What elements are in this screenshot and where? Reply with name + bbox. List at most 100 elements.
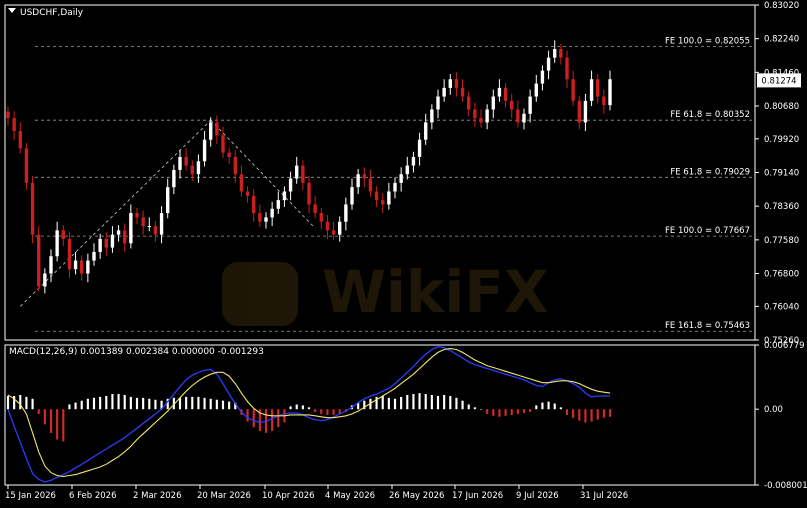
macd-hist-bar-81 bbox=[504, 409, 507, 416]
candle-body-95 bbox=[589, 79, 594, 101]
candle-body-36 bbox=[227, 152, 231, 157]
candle-body-40 bbox=[252, 195, 256, 214]
macd-hist-bar-22 bbox=[142, 397, 145, 410]
macd-hist-bar-3 bbox=[25, 396, 28, 410]
candle-body-31 bbox=[196, 161, 201, 175]
candle-body-52 bbox=[325, 221, 330, 231]
candle-body-49 bbox=[307, 182, 311, 205]
candle-body-78 bbox=[485, 109, 489, 123]
level-label-0: FE 100.0 = 0.82055 bbox=[665, 37, 750, 47]
candle-body-50 bbox=[313, 204, 317, 214]
macd-hist-bar-72 bbox=[449, 395, 452, 410]
candle-body-67 bbox=[417, 139, 422, 157]
candle-body-64 bbox=[399, 174, 403, 183]
candle-body-72 bbox=[448, 79, 452, 88]
candle-body-18 bbox=[116, 230, 121, 235]
candle-body-41 bbox=[258, 213, 262, 222]
candle-body-10 bbox=[67, 238, 72, 270]
candle-body-32 bbox=[202, 139, 207, 162]
macd-hist-bar-51 bbox=[320, 409, 323, 414]
chart-root: WikiFX 0.81274 0.83020 0.82240 0.81460 0.806… bbox=[0, 0, 807, 504]
macd-hist-bar-43 bbox=[271, 409, 274, 431]
macd-hist-bar-96 bbox=[596, 409, 599, 420]
macd-hist-bar-65 bbox=[406, 395, 409, 410]
macd-hist-bar-76 bbox=[473, 407, 476, 410]
level-label-3: FE 100.0 = 0.77667 bbox=[665, 226, 750, 236]
macd-hist-bar-8 bbox=[56, 409, 59, 440]
macd-hist-bar-87 bbox=[541, 402, 544, 410]
candle-body-11 bbox=[73, 260, 78, 270]
candle-body-80 bbox=[497, 87, 502, 97]
macd-hist-bar-20 bbox=[129, 396, 132, 410]
candle-body-25 bbox=[159, 213, 164, 235]
time-tick-9: 31 Jul 2026 bbox=[580, 491, 628, 501]
macd-hist-bar-44 bbox=[277, 409, 280, 428]
candle-body-26 bbox=[166, 187, 170, 214]
macd-hist-bar-69 bbox=[430, 395, 433, 410]
macd-hist-bar-33 bbox=[209, 398, 212, 410]
candle-body-92 bbox=[571, 79, 575, 101]
candle-body-87 bbox=[540, 70, 545, 84]
candle-body-44 bbox=[276, 200, 280, 209]
macd-hist-bar-79 bbox=[492, 409, 495, 416]
macd-hist-bar-90 bbox=[559, 407, 562, 410]
usdchf-chart: WikiFX 0.812740.830200.822400.814600.806… bbox=[0, 0, 807, 504]
candle-body-42 bbox=[264, 217, 268, 222]
macd-hist-bar-82 bbox=[510, 409, 513, 415]
candle-body-39 bbox=[245, 191, 250, 196]
candle-body-34 bbox=[215, 122, 219, 136]
candle-body-77 bbox=[479, 118, 483, 123]
macd-hist-bar-46 bbox=[289, 406, 292, 410]
candle-body-20 bbox=[129, 213, 133, 244]
candle-body-82 bbox=[510, 100, 514, 110]
candle-body-63 bbox=[393, 182, 397, 192]
candle-body-61 bbox=[381, 200, 385, 205]
macd-hist-bar-97 bbox=[602, 409, 605, 418]
macd-hist-bar-17 bbox=[111, 394, 114, 410]
wikifx-watermark: WikiFX bbox=[222, 258, 549, 326]
candle-body-47 bbox=[295, 165, 299, 179]
candle-body-85 bbox=[528, 96, 532, 114]
macd-hist-bar-91 bbox=[565, 409, 569, 415]
candle-body-89 bbox=[553, 49, 557, 58]
macd-hist-bar-66 bbox=[412, 394, 415, 410]
time-tick-2: 2 Mar 2026 bbox=[133, 491, 181, 501]
time-tick-4: 10 Apr 2026 bbox=[262, 491, 315, 501]
level-label-2: FE 61.8 = 0.79029 bbox=[670, 167, 750, 177]
candle-body-86 bbox=[534, 83, 538, 97]
macd-hist-bar-9 bbox=[62, 409, 65, 442]
candle-body-73 bbox=[454, 79, 459, 88]
candle-body-60 bbox=[374, 191, 379, 201]
macd-hist-bar-98 bbox=[608, 409, 612, 417]
price-tick-5: 0.79140 bbox=[764, 169, 799, 179]
candle-body-79 bbox=[491, 96, 495, 110]
candle-body-29 bbox=[184, 156, 188, 166]
candle-body-97 bbox=[602, 96, 606, 106]
macd-hist-bar-88 bbox=[547, 401, 550, 410]
candle-body-19 bbox=[123, 230, 127, 244]
macd-hist-bar-39 bbox=[246, 409, 249, 422]
macd-hist-bar-52 bbox=[326, 409, 329, 415]
macd-hist-bar-14 bbox=[92, 397, 96, 410]
macd-hist-bar-74 bbox=[461, 400, 464, 410]
macd-hist-bar-78 bbox=[486, 409, 489, 414]
macd-hist-bar-36 bbox=[228, 401, 231, 410]
macd-hist-bar-83 bbox=[516, 409, 519, 414]
candle-body-23 bbox=[147, 226, 151, 228]
macd-hist-bar-73 bbox=[455, 397, 458, 410]
macd-hist-bar-28 bbox=[178, 397, 182, 410]
candle-body-27 bbox=[172, 169, 176, 188]
price-tick-4: 0.79920 bbox=[764, 135, 799, 145]
macd-hist-bar-93 bbox=[578, 409, 581, 421]
time-tick-1: 6 Feb 2026 bbox=[69, 491, 117, 501]
price-tick-0: 0.83020 bbox=[764, 1, 799, 11]
macd-hist-bar-86 bbox=[535, 405, 538, 410]
macd-hist-bar-31 bbox=[197, 396, 200, 410]
candle-body-46 bbox=[288, 178, 293, 192]
candle-body-71 bbox=[442, 87, 446, 97]
watermark-logo-text: WikiFX bbox=[322, 258, 549, 326]
chart-background bbox=[0, 0, 807, 504]
macd-hist-bar-15 bbox=[99, 396, 102, 410]
macd-hist-bar-13 bbox=[86, 398, 89, 410]
candle-body-37 bbox=[233, 156, 237, 175]
